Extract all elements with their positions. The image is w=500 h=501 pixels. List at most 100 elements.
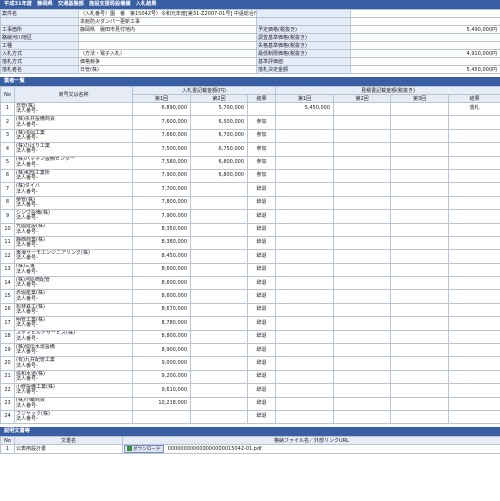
neg-round2 bbox=[333, 316, 392, 331]
neg-result bbox=[448, 343, 500, 358]
info-row: 本館防火ダンパー更新工事 bbox=[0, 17, 500, 26]
company-cell: (株)ダイバ 法人番号- bbox=[14, 182, 133, 197]
bid-round1: 8,670,000 bbox=[132, 302, 191, 318]
neg-round2 bbox=[333, 235, 392, 251]
bid-round1: 8,380,000 bbox=[132, 235, 191, 251]
table-row: 8 榮管(株) 法人番号- 7,800,000 辞退 bbox=[0, 195, 500, 211]
neg-round3 bbox=[390, 209, 450, 224]
company-cell: 協和水道(株) 法人番号- bbox=[14, 369, 133, 385]
corporate-number: 法人番号- bbox=[16, 215, 38, 222]
corporate-number: 法人番号- bbox=[16, 295, 38, 302]
row-no: 17 bbox=[0, 316, 15, 331]
corporate-number: 法人番号- bbox=[16, 335, 38, 342]
corporate-number: 法人番号- bbox=[16, 322, 38, 329]
row-no: 3 bbox=[0, 128, 15, 144]
col-group-negotiation: 見積書記載金額(税抜き) bbox=[275, 86, 500, 95]
neg-round1 bbox=[275, 262, 335, 278]
bid-round2: 6,750,000 bbox=[190, 142, 248, 157]
table-row: 14 (株)河原崎配管 法人番号- 8,600,000 辞退 bbox=[0, 276, 500, 291]
bid-round1: 7,900,000 bbox=[132, 168, 191, 184]
neg-round2 bbox=[333, 182, 392, 197]
table-row: 19 (株)協伝水道設備 法人番号- 8,900,000 辞退 bbox=[0, 343, 500, 358]
table-row: 12 東海サーモエンジニアリング(株) 法人番号- 8,450,000 辞退 bbox=[0, 249, 500, 264]
company-cell: (株)ひばり工業 法人番号- bbox=[14, 142, 133, 157]
neg-round1 bbox=[275, 222, 335, 237]
neg-result bbox=[448, 115, 500, 130]
table-row: 5 (株)ハマネン設備センター 法人番号- 7,580,000 6,800,000 参加 bbox=[0, 155, 500, 170]
download-label: ダウンロード bbox=[133, 447, 161, 453]
page-title-bar: 平成31年度 静岡県 交通基盤部 施設支援局設備課 入札結果 bbox=[0, 0, 500, 9]
info-label-2: 予定価格(税抜き) bbox=[256, 25, 351, 34]
neg-result bbox=[448, 195, 500, 211]
neg-round3 bbox=[390, 101, 450, 117]
table-row: 2 (株)永井設備商会 法人番号- 7,600,000 6,500,000 参加 bbox=[0, 115, 500, 130]
corporate-number: 法人番号- bbox=[16, 376, 38, 382]
table-row: 4 (株)ひばり工業 法人番号- 7,500,000 6,750,000 参加 bbox=[0, 142, 500, 157]
bid-round1: 7,900,000 bbox=[132, 209, 191, 224]
neg-round1 bbox=[275, 409, 335, 425]
info-value-2 bbox=[350, 41, 500, 50]
info-value-2 bbox=[350, 9, 500, 18]
table-row: 15 赤堀産業(株) 法人番号- 8,600,000 辞退 bbox=[0, 289, 500, 304]
info-row: 入札方式 （方法・電子入札） 最低制限価格(税抜き) 4,910,000円 bbox=[0, 49, 500, 58]
col-bid-result: 結果 bbox=[246, 94, 277, 103]
info-label-2: 基準評価値 bbox=[256, 57, 351, 66]
row-no: 21 bbox=[0, 369, 15, 385]
bidder-table: No 商号又は名称 入札書記載金額(円) 見積書記載金額(税抜き) 第1回 第2… bbox=[0, 86, 500, 425]
neg-round3 bbox=[390, 302, 450, 318]
corporate-number: 法人番号- bbox=[16, 362, 38, 369]
neg-round3 bbox=[390, 128, 450, 144]
row-no: 7 bbox=[0, 182, 15, 197]
bid-round2: 6,800,000 bbox=[190, 155, 248, 170]
table-row: 7 (株)ダイバ 法人番号- 7,700,000 辞退 bbox=[0, 182, 500, 197]
neg-result bbox=[448, 128, 500, 144]
info-label: 落札者名 bbox=[0, 65, 79, 74]
neg-round3 bbox=[390, 235, 450, 251]
corporate-number: 法人番号- bbox=[16, 134, 38, 141]
info-value-2 bbox=[350, 33, 500, 42]
bid-round1: 8,600,000 bbox=[132, 276, 191, 291]
bid-round2 bbox=[190, 369, 248, 385]
docs-col-file: 格納ファイル名／外部リンクURL bbox=[122, 436, 500, 446]
bid-result: 辞退 bbox=[246, 396, 277, 411]
neg-round1 bbox=[275, 343, 335, 358]
neg-round3 bbox=[390, 289, 450, 304]
docs-table: No 文書名 格納ファイル名／外部リンクURL 1 公表用設計書 ダウンロード 000… bbox=[0, 436, 500, 455]
neg-result: 落札 bbox=[448, 101, 500, 117]
bid-round1: 8,450,000 bbox=[132, 249, 191, 264]
neg-result bbox=[448, 222, 500, 237]
neg-round2 bbox=[333, 383, 392, 398]
company-cell: (株)浅岡工業 法人番号- bbox=[14, 128, 133, 144]
neg-result bbox=[448, 276, 500, 291]
neg-result bbox=[448, 142, 500, 157]
info-label: 案件名 bbox=[0, 9, 79, 18]
row-no: 2 bbox=[0, 115, 15, 130]
company-cell: スヤマビルテサービス(株) 法人番号- bbox=[14, 329, 133, 345]
neg-round1 bbox=[275, 396, 335, 411]
neg-round2 bbox=[333, 142, 392, 157]
neg-round2 bbox=[333, 302, 392, 318]
info-label-2 bbox=[256, 17, 351, 26]
row-no: 13 bbox=[0, 262, 15, 278]
neg-round2 bbox=[333, 101, 392, 117]
bid-round2: 5,700,000 bbox=[190, 101, 248, 117]
neg-round1 bbox=[275, 316, 335, 331]
bid-round2 bbox=[190, 222, 248, 237]
doc-file-link[interactable]: 000000000000000000015042-01.pdf bbox=[168, 446, 262, 452]
download-button[interactable]: ダウンロード bbox=[124, 445, 164, 453]
case-info-table: 案件名 （入札番号）園 番 第15042号）令和元年度[第31-Z2007-01号… bbox=[0, 9, 500, 74]
bid-round1: 8,600,000 bbox=[132, 289, 191, 304]
info-row: 路線河川地区 調査基準価格(税抜き) bbox=[0, 33, 500, 42]
corporate-number: 法人番号- bbox=[16, 309, 38, 316]
neg-round2 bbox=[333, 329, 392, 345]
neg-round3 bbox=[390, 168, 450, 184]
info-row: 工種 失格基準価格(税抜き) bbox=[0, 41, 500, 50]
neg-round2 bbox=[333, 195, 392, 211]
neg-round3 bbox=[390, 383, 450, 398]
docs-section-title: 説明文書等 bbox=[0, 427, 500, 437]
neg-round3 bbox=[390, 155, 450, 170]
table-row: 6 (株)和部工業所 法人番号- 7,900,000 6,800,000 参加 bbox=[0, 168, 500, 184]
neg-result bbox=[448, 409, 500, 425]
info-value bbox=[78, 33, 257, 42]
bid-round2 bbox=[190, 316, 248, 331]
